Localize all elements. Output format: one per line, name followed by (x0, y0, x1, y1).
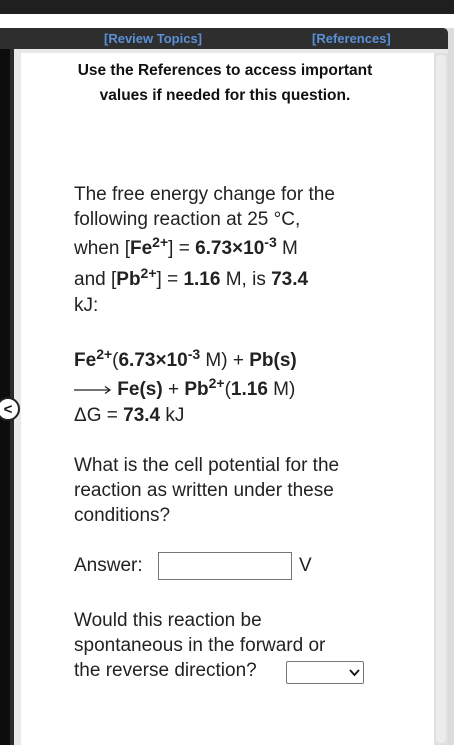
intro-line-3: when [Fe2+] = 6.73×10-3 M (74, 234, 298, 259)
question1-line-2: reaction as written under these (74, 480, 334, 501)
top-dark-strip (0, 0, 454, 14)
question2-line-1: Would this reaction be (74, 610, 262, 631)
chevron-left-icon: < (3, 400, 13, 418)
reaction-line-1: Fe2+(6.73×10-3 M) + Pb(s) (74, 346, 297, 371)
delta-g-line: ΔG = 73.4 kJ (74, 405, 185, 426)
question2-line-2: spontaneous in the forward or (74, 635, 326, 656)
chevron-down-icon (349, 669, 360, 677)
question2-line-3: the reverse direction? (74, 660, 257, 681)
references-link[interactable]: [References] (312, 31, 391, 46)
intro-line-4: and [Pb2+] = 1.16 M, is 73.4 (74, 265, 309, 290)
intro-line-1: The free energy change for the (74, 184, 335, 205)
references-notice: Use the References to access important v… (77, 62, 373, 104)
question1-line-3: conditions? (74, 505, 171, 526)
intro-line-2: following reaction at 25 °C, (74, 209, 301, 230)
right-arrow-icon (74, 385, 112, 394)
review-topics-link[interactable]: [Review Topics] (104, 31, 202, 46)
answer-unit: V (299, 555, 312, 576)
direction-select[interactable] (286, 661, 364, 684)
reaction-line-2: Fe(s) + Pb2+(1.16 M) (74, 376, 295, 402)
answer-label: Answer: (74, 555, 143, 576)
top-white-strip (0, 14, 454, 28)
intro-line-5: kJ: (74, 295, 99, 316)
references-toolbar: [Review Topics] [References] (0, 28, 448, 49)
cell-potential-input[interactable] (158, 552, 292, 580)
question1-line-1: What is the cell potential for the (74, 455, 340, 476)
scrollbar-thumb[interactable] (436, 55, 446, 743)
